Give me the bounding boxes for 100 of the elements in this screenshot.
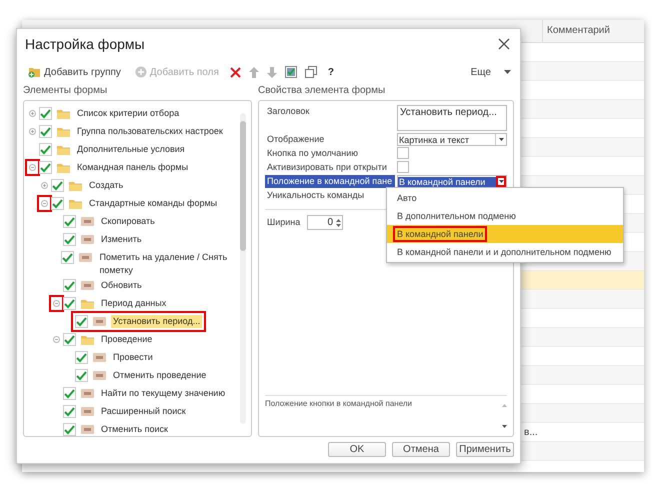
tree-item[interactable]: Дополнительные условия xyxy=(75,143,187,156)
folder-icon xyxy=(81,299,94,309)
check-all-icon[interactable] xyxy=(284,66,297,78)
tree-item[interactable]: Стандартные команды формы xyxy=(87,197,220,210)
dialog-button[interactable]: Применить xyxy=(456,442,514,457)
tree-item[interactable]: Создать xyxy=(87,179,126,192)
tree-item[interactable]: Пометить на удаление / Снять пометку xyxy=(97,251,237,277)
tree-item[interactable]: Изменить xyxy=(99,233,144,246)
checkbox[interactable] xyxy=(63,387,76,400)
folder-icon xyxy=(69,199,82,209)
tree-item[interactable]: Скопировать xyxy=(99,215,157,228)
add-group-button[interactable]: Добавить группу xyxy=(25,66,124,78)
dropdown-option[interactable]: В дополнительном подменю xyxy=(387,207,623,225)
checkbox[interactable] xyxy=(63,423,76,436)
expand-toggle[interactable] xyxy=(28,108,37,119)
folder-icon xyxy=(81,335,94,345)
tree-item[interactable]: Обновить xyxy=(99,279,144,292)
close-icon[interactable] xyxy=(498,38,510,50)
tree-item[interactable]: Провести xyxy=(111,351,155,364)
tree-item[interactable]: Отменить поиск xyxy=(99,423,170,436)
tree-item[interactable]: Список критерии отбора xyxy=(75,107,182,120)
checkbox[interactable] xyxy=(75,369,88,382)
tree-item[interactable]: Расширенный поиск xyxy=(99,405,188,418)
tree-item[interactable]: Группа пользовательских настроек xyxy=(75,125,225,138)
command-icon xyxy=(93,371,106,380)
expand-toggle[interactable] xyxy=(40,180,49,191)
tree-item[interactable]: Проведение xyxy=(99,333,154,346)
down-arrow-icon[interactable] xyxy=(266,66,277,78)
copy-icon[interactable] xyxy=(304,66,317,78)
dropdown-option[interactable]: В командной панели и и дополнительном подменю xyxy=(387,243,623,261)
checkbox[interactable] xyxy=(39,143,52,156)
command-icon xyxy=(81,389,94,398)
minus-circle-icon xyxy=(53,336,60,343)
dropdown-option[interactable]: В командной панели xyxy=(387,225,623,243)
command-icon xyxy=(81,235,94,244)
expand-toggle[interactable] xyxy=(28,126,37,137)
folder-icon xyxy=(57,109,70,119)
checkbox[interactable] xyxy=(75,315,88,328)
plus-circle-icon xyxy=(41,182,48,189)
section-label: Элементы формы xyxy=(23,85,108,98)
tree-item[interactable]: Найти по текущему значению xyxy=(99,387,228,400)
tree-item[interactable]: Отменить проведение xyxy=(111,369,208,382)
expand-toggle[interactable] xyxy=(40,198,49,209)
dialog-button[interactable]: OK xyxy=(328,442,386,457)
tree-item[interactable]: Установить период... xyxy=(111,315,202,328)
tree-item[interactable]: Командная панель формы xyxy=(75,161,190,174)
checkbox[interactable] xyxy=(39,107,52,120)
command-icon xyxy=(93,353,106,362)
dropdown-option[interactable]: Авто xyxy=(387,189,623,207)
checkbox[interactable] xyxy=(51,179,64,192)
checkbox[interactable] xyxy=(51,197,64,210)
column-header[interactable]: Комментарий xyxy=(543,20,614,42)
command-icon xyxy=(81,425,94,434)
command-icon xyxy=(81,281,94,290)
command-icon xyxy=(81,217,94,226)
checkbox[interactable] xyxy=(75,351,88,364)
delete-icon[interactable] xyxy=(230,66,241,78)
select-field[interactable]: Картинка и текст xyxy=(397,133,507,146)
scrollbar[interactable] xyxy=(240,113,246,424)
expand-toggle[interactable] xyxy=(52,298,61,309)
command-icon xyxy=(93,317,106,326)
checkbox[interactable] xyxy=(39,125,52,138)
scroll-down-icon[interactable] xyxy=(502,425,507,428)
plus-circle-icon xyxy=(29,110,36,117)
checkbox[interactable] xyxy=(63,233,76,246)
property-label: Ширина xyxy=(266,216,302,229)
tree-item[interactable]: Период данных xyxy=(99,297,168,310)
scroll-up-icon[interactable] xyxy=(502,404,507,407)
expand-toggle[interactable] xyxy=(52,334,61,345)
window-title: Настройка формы xyxy=(25,36,145,52)
up-arrow-icon[interactable] xyxy=(248,66,259,78)
folder-icon xyxy=(57,145,70,155)
folder-icon xyxy=(57,127,70,137)
checkbox[interactable] xyxy=(63,333,76,346)
caption-field[interactable]: Установить период... xyxy=(397,105,507,131)
expand-toggle[interactable] xyxy=(28,162,37,173)
table-cell: в... xyxy=(524,426,538,438)
property-label: Положение в командной пане xyxy=(265,175,395,188)
minus-circle-icon xyxy=(29,164,36,171)
command-icon xyxy=(81,407,94,416)
checkbox[interactable] xyxy=(397,147,409,159)
minus-circle-icon xyxy=(53,300,60,307)
caret-icon xyxy=(498,180,504,183)
plus-circle-icon xyxy=(29,128,36,135)
checkbox[interactable] xyxy=(61,251,74,264)
minus-circle-icon xyxy=(41,200,48,207)
more-button[interactable]: Еще xyxy=(468,66,514,78)
help-button[interactable]: ? xyxy=(324,66,337,78)
section-label: Свойства элемента формы xyxy=(258,85,386,98)
checkbox[interactable] xyxy=(63,215,76,228)
plus-circle-icon xyxy=(134,66,147,78)
dialog-button[interactable]: Отмена xyxy=(392,442,450,457)
checkbox[interactable] xyxy=(63,297,76,310)
width-spinner[interactable]: 0 xyxy=(307,215,343,230)
checkbox[interactable] xyxy=(63,405,76,418)
checkbox[interactable] xyxy=(397,161,409,173)
checkbox[interactable] xyxy=(63,279,76,292)
checkbox[interactable] xyxy=(39,161,52,174)
folder-plus-icon xyxy=(28,66,41,78)
dropdown-button[interactable] xyxy=(495,134,506,145)
